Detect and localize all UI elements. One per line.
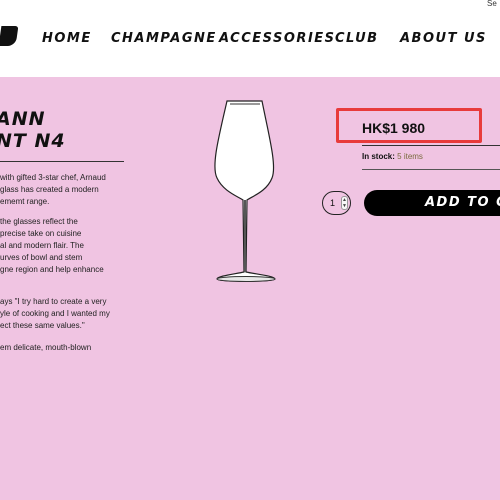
product-price: HK$1 980 — [362, 120, 426, 136]
description-line: precise take on cuisine — [0, 229, 82, 238]
brand-logo[interactable] — [0, 26, 19, 46]
description-line: gne region and help enhance — [0, 265, 104, 274]
description-line: al and modern flair. The — [0, 241, 84, 250]
stock-count: 5 items — [397, 152, 423, 161]
description-line: with gifted 3-star chef, Arnaud — [0, 173, 106, 182]
product-title: ANN NT N4 — [0, 108, 66, 152]
top-utility-link[interactable]: Se — [487, 0, 497, 8]
description-line: ememt range. — [0, 197, 50, 206]
quantity-stepper[interactable]: 1 ▲ ▼ — [322, 191, 351, 215]
nav-club[interactable]: CLUB — [335, 31, 379, 46]
price-divider — [362, 145, 500, 146]
spinner-arrows-icon[interactable]: ▲ ▼ — [341, 196, 348, 210]
stock-label: In stock: — [362, 152, 395, 161]
product-title-line: NT N4 — [0, 130, 66, 152]
add-to-cart-button[interactable]: ADD TO CA — [364, 190, 500, 216]
wine-glass-image — [214, 100, 276, 282]
description-line: urves of bowl and stem — [0, 253, 83, 262]
description-line: ect these same values." — [0, 321, 85, 330]
stock-divider — [362, 169, 500, 170]
nav-home[interactable]: HOME — [42, 31, 92, 46]
stock-status: In stock: 5 items — [362, 152, 423, 161]
quantity-value[interactable]: 1 — [330, 198, 335, 208]
description-line: em delicate, mouth-blown — [0, 343, 92, 352]
title-divider — [0, 161, 124, 162]
nav-champagne[interactable]: CHAMPAGNE — [111, 31, 217, 46]
description-line: glass has created a modern — [0, 185, 99, 194]
nav-accessories[interactable]: ACCESSORIES — [219, 31, 336, 46]
description-line: the glasses reflect the — [0, 217, 78, 226]
description-line: yle of cooking and I wanted my — [0, 309, 110, 318]
nav-about-us[interactable]: ABOUT US — [400, 31, 487, 46]
site-header: Se HOME CHAMPAGNE ACCESSORIES CLUB ABOUT… — [0, 0, 500, 77]
product-title-line: ANN — [0, 108, 46, 130]
add-to-cart-label: ADD TO CA — [425, 195, 500, 210]
description-line: ays "I try hard to create a very — [0, 297, 107, 306]
